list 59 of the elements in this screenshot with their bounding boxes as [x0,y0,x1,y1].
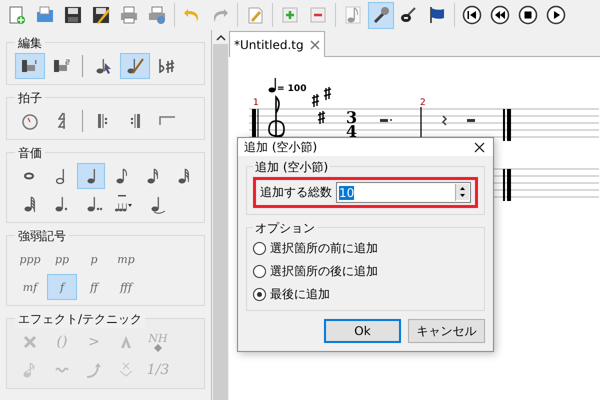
palette-tool[interactable]: mp [111,246,141,272]
alternate-ending-icon [158,116,176,126]
eighth-note-icon [116,168,128,184]
radio-button[interactable] [253,264,266,278]
spin-down-icon[interactable] [456,192,469,200]
half-note-icon [56,168,65,184]
stop-icon [518,5,538,25]
section-title: 拍子 [15,90,45,107]
palette-tool[interactable] [120,53,150,79]
toolbar-button[interactable] [368,2,394,28]
section-title: エフェクト/テクニック [15,311,146,328]
close-icon[interactable] [474,142,485,152]
skip-back-icon [462,5,482,25]
save-icon [63,5,83,25]
new-file-icon [7,5,27,25]
radio-option[interactable]: 選択箇所の前に追加 [253,238,478,258]
palette-tool[interactable]: fff [111,274,141,300]
field-label: 追加する総数 [260,184,332,201]
add-measure-icon [280,5,300,25]
quarter-note-icon [86,168,96,184]
ok-button[interactable]: Ok [324,319,401,343]
whole-note-icon [24,172,34,180]
sixteenth-note-icon [146,168,159,184]
rewind-icon [490,5,510,25]
save-as-icon [91,5,111,25]
section-title: 強弱記号 [15,228,69,245]
radio-button[interactable] [253,242,266,254]
spin-up-icon[interactable] [456,184,469,192]
palette-tool[interactable]: mf [15,274,45,300]
document-tab[interactable]: *Untitled.tg [229,31,325,57]
count-spinner-field[interactable]: 10 [336,182,471,203]
cancel-button[interactable]: キャンセル [408,319,485,343]
scroll-up-icon[interactable] [216,34,226,42]
flat-sharp-icon [157,56,177,76]
palette-tool[interactable]: ppp [15,246,45,272]
thirty-second-note-icon [178,168,190,184]
group-title: 追加 (空小節) [253,159,330,176]
pencil-note-icon [125,56,145,76]
time-signature-icon [58,112,66,130]
section-title: 音価 [15,145,45,162]
radio-option[interactable]: 最後に追加 [253,284,478,304]
palette-tool[interactable]: p [79,246,109,272]
diamond-icon [154,344,162,352]
dialog-title: 追加 (空小節) [244,138,318,156]
vibrato-icon [55,367,69,373]
remove-measure-icon [308,5,328,25]
sixty-fourth-note-icon [24,196,36,212]
radio-option[interactable]: 選択箇所の後に追加 [253,261,478,281]
palette-tool[interactable] [76,163,106,189]
palette-tool[interactable] [15,53,45,79]
palette-tool[interactable]: f [47,274,77,300]
radio-button[interactable] [253,288,266,300]
palette-tool[interactable]: pp [47,246,77,272]
music-note-icon [343,5,363,25]
palette-tool[interactable]: ff [79,274,109,300]
folder-icon [35,5,55,25]
printer-icon [119,5,139,25]
play-icon [546,5,566,25]
print-preview-icon [147,5,167,25]
